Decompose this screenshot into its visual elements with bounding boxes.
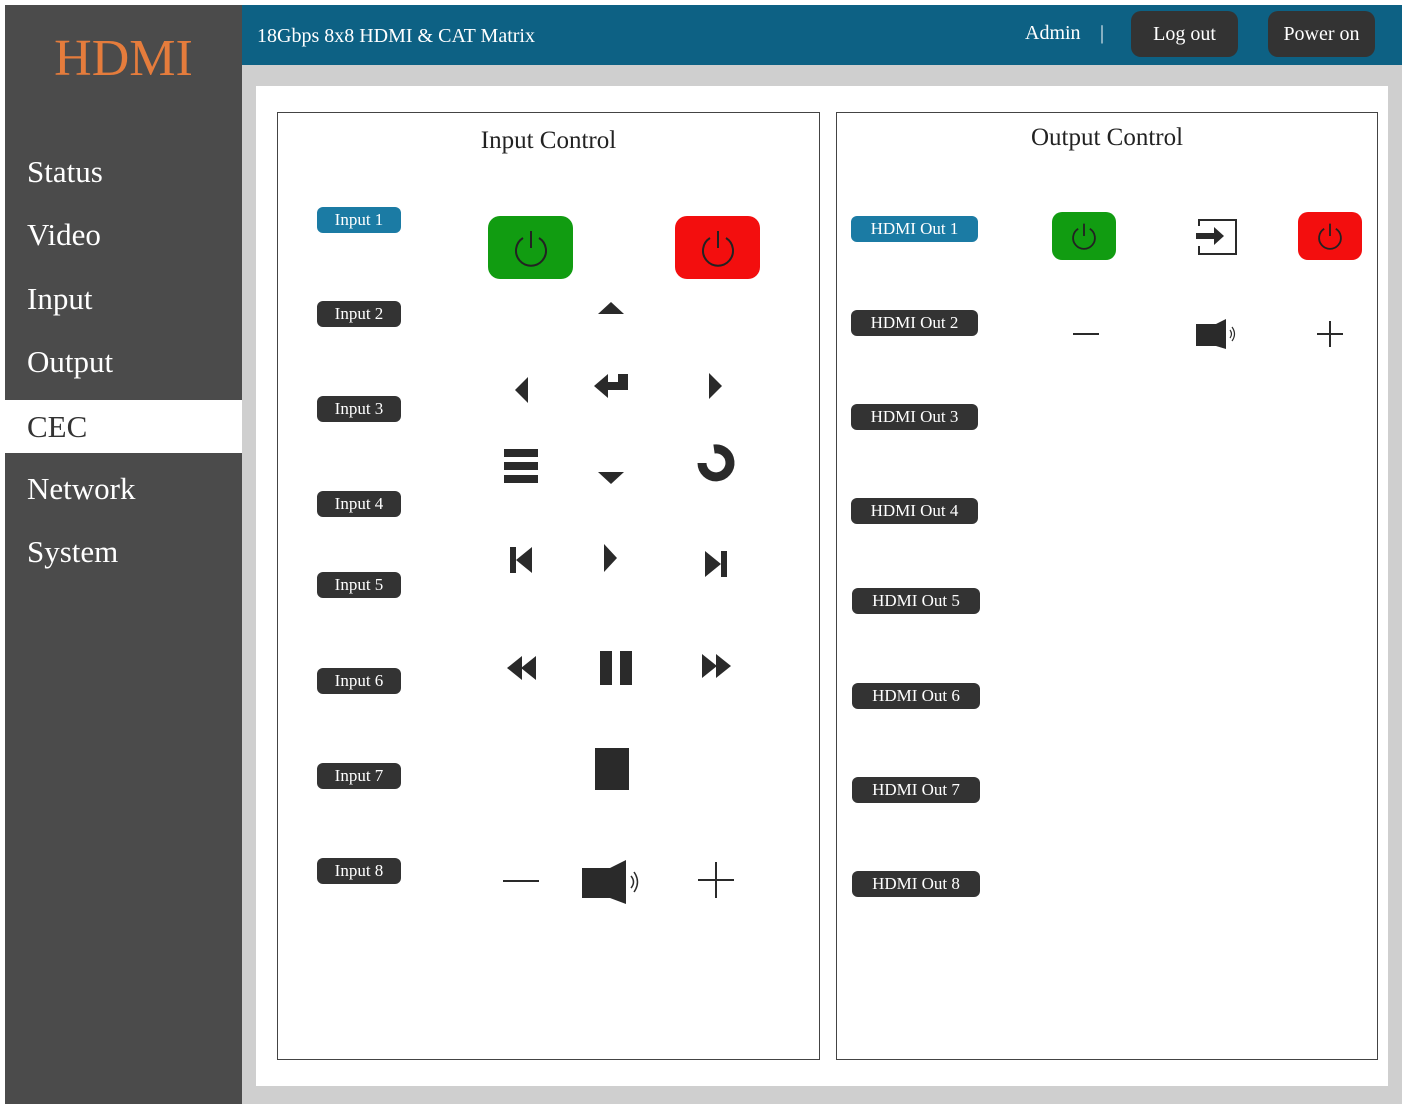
hdmi-out-4-button[interactable]: HDMI Out 4 (851, 498, 978, 524)
nav-item-output[interactable]: Output (5, 335, 242, 388)
user-label: Admin (1025, 22, 1081, 44)
back-button[interactable] (693, 440, 739, 486)
nav-item-system[interactable]: System (5, 525, 242, 578)
plus-icon (1317, 321, 1343, 347)
pause-icon (600, 651, 632, 685)
input-4-button[interactable]: Input 4 (317, 491, 401, 517)
input-5-button[interactable]: Input 5 (317, 572, 401, 598)
sidebar: HDMI Status Video Input Output CEC Netwo… (5, 5, 242, 1104)
power-icon (514, 230, 547, 267)
app-title: 18Gbps 8x8 HDMI & CAT Matrix (257, 25, 535, 47)
input-8-button[interactable]: Input 8 (317, 858, 401, 884)
hdmi-out-7-button[interactable]: HDMI Out 7 (852, 777, 980, 803)
back-icon (697, 444, 735, 482)
play-button[interactable] (595, 538, 627, 578)
hdmi-out-1-button[interactable]: HDMI Out 1 (851, 216, 978, 242)
input-power-off-button[interactable] (675, 216, 760, 279)
hdmi-out-2-button[interactable]: HDMI Out 2 (851, 310, 978, 336)
input-7-button[interactable]: Input 7 (317, 763, 401, 789)
nav-item-cec[interactable]: CEC (5, 400, 242, 453)
power-on-button[interactable]: Power on (1268, 11, 1375, 57)
arrow-right-icon (709, 373, 722, 399)
mute-button[interactable] (578, 856, 646, 908)
right-button[interactable] (700, 366, 732, 406)
play-icon (604, 544, 617, 572)
arrow-down-icon (598, 472, 624, 484)
pause-button[interactable] (593, 646, 639, 690)
rewind-button[interactable] (500, 648, 544, 688)
enter-icon (594, 374, 628, 398)
speaker-icon (582, 860, 639, 904)
volume-down-button[interactable] (499, 864, 543, 898)
output-mute-button[interactable] (1192, 314, 1242, 354)
nav-item-input[interactable]: Input (5, 272, 242, 325)
menu-button[interactable] (498, 442, 544, 490)
input-3-button[interactable]: Input 3 (317, 396, 401, 422)
output-panel-title: Output Control (1030, 124, 1184, 151)
minus-icon (1073, 333, 1099, 335)
input-6-button[interactable]: Input 6 (317, 668, 401, 694)
input-1-button[interactable]: Input 1 (317, 207, 401, 233)
menu-icon (504, 449, 538, 483)
input-power-on-button[interactable] (488, 216, 573, 279)
fast-forward-icon (702, 654, 731, 678)
rewind-icon (507, 656, 536, 680)
output-source-button[interactable] (1190, 212, 1242, 260)
nav-item-video[interactable]: Video (5, 208, 242, 261)
logo: HDMI (54, 30, 193, 87)
volume-up-button[interactable] (694, 858, 738, 902)
hdmi-out-5-button[interactable]: HDMI Out 5 (852, 588, 980, 614)
power-icon (701, 230, 734, 267)
next-button[interactable] (698, 544, 734, 584)
header-separator: | (1100, 22, 1105, 44)
arrow-up-icon (598, 302, 624, 314)
nav-item-status[interactable]: Status (5, 145, 242, 198)
arrow-left-icon (515, 377, 528, 403)
output-power-off-button[interactable] (1298, 212, 1362, 260)
header-bar: 18Gbps 8x8 HDMI & CAT Matrix Admin | Log… (242, 5, 1402, 65)
next-icon (705, 551, 727, 577)
fast-forward-button[interactable] (694, 646, 738, 686)
left-button[interactable] (505, 370, 537, 410)
stop-button[interactable] (590, 744, 634, 794)
up-button[interactable] (591, 292, 631, 324)
output-power-on-button[interactable] (1052, 212, 1116, 260)
power-icon (1072, 223, 1096, 250)
hdmi-out-3-button[interactable]: HDMI Out 3 (851, 404, 978, 430)
nav-item-network[interactable]: Network (5, 462, 242, 515)
previous-icon (510, 547, 532, 573)
power-icon (1318, 223, 1342, 250)
minus-icon (503, 880, 539, 882)
stop-icon (595, 748, 629, 790)
speaker-icon (1196, 319, 1236, 349)
enter-button[interactable] (587, 362, 637, 406)
output-volume-down-button[interactable] (1068, 318, 1104, 350)
down-button[interactable] (591, 462, 631, 494)
hdmi-out-8-button[interactable]: HDMI Out 8 (852, 871, 980, 897)
output-volume-up-button[interactable] (1312, 316, 1348, 352)
input-source-icon (1196, 219, 1237, 255)
logout-button[interactable]: Log out (1131, 11, 1238, 57)
input-2-button[interactable]: Input 2 (317, 301, 401, 327)
previous-button[interactable] (503, 540, 539, 580)
input-panel-title: Input Control (480, 127, 617, 154)
hdmi-out-6-button[interactable]: HDMI Out 6 (852, 683, 980, 709)
plus-icon (698, 862, 734, 898)
